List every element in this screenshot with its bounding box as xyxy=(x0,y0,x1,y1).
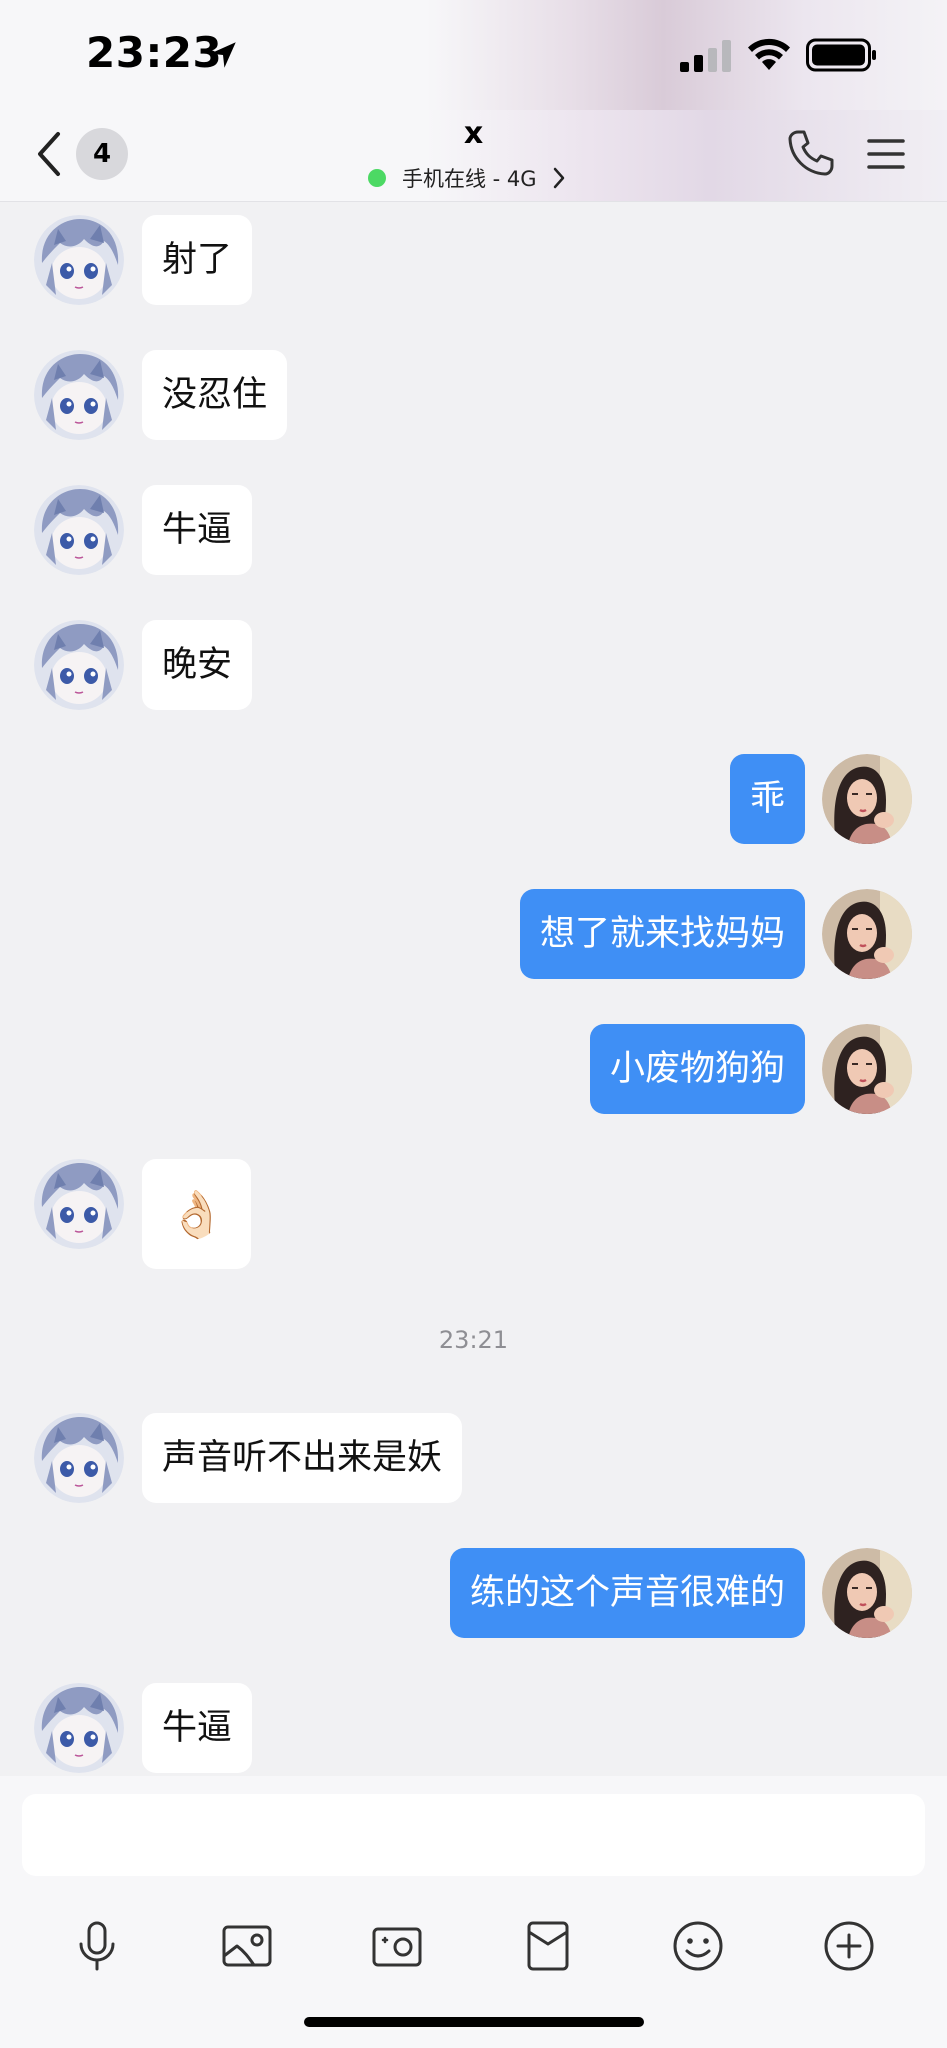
wifi-icon xyxy=(748,38,790,70)
message-bubble[interactable]: 想了就来找妈妈 xyxy=(519,889,805,979)
avatar[interactable] xyxy=(822,889,912,979)
portrait-avatar-icon xyxy=(822,754,912,844)
anime-avatar-icon xyxy=(34,350,124,440)
message-input[interactable] xyxy=(22,1794,925,1876)
portrait-avatar-icon xyxy=(822,889,912,979)
online-status-text: 手机在线 - 4G xyxy=(402,167,537,191)
portrait-avatar-icon xyxy=(822,1024,912,1114)
input-panel xyxy=(0,1776,947,2048)
plus-icon[interactable] xyxy=(821,1918,877,1974)
message-bubble[interactable]: 晚安 xyxy=(142,620,253,710)
emoji-icon[interactable] xyxy=(670,1918,726,1974)
menu-icon[interactable] xyxy=(866,134,906,174)
message-bubble[interactable]: 牛逼 xyxy=(142,1683,253,1773)
anime-avatar-icon xyxy=(34,1159,124,1249)
online-dot-icon xyxy=(368,169,386,187)
message-list[interactable]: 射了 没忍住 牛逼 晚安 乖 想了就来找妈妈 小废物狗狗 👌🏻 23:21 声音… xyxy=(0,202,947,1776)
avatar[interactable] xyxy=(34,485,124,575)
emoji-bubble[interactable]: 👌🏻 xyxy=(142,1159,252,1269)
message-bubble[interactable]: 练的这个声音很难的 xyxy=(449,1548,805,1638)
anime-avatar-icon xyxy=(34,1413,124,1503)
anime-avatar-icon xyxy=(34,485,124,575)
avatar[interactable] xyxy=(822,754,912,844)
message-bubble[interactable]: 没忍住 xyxy=(142,350,288,440)
cellular-signal-icon xyxy=(680,40,731,72)
avatar[interactable] xyxy=(34,1159,124,1249)
chevron-right-icon xyxy=(553,167,564,189)
home-indicator[interactable] xyxy=(304,2017,644,2027)
avatar[interactable] xyxy=(34,215,124,305)
avatar[interactable] xyxy=(822,1024,912,1114)
camera-icon[interactable] xyxy=(369,1918,425,1974)
avatar[interactable] xyxy=(34,1683,124,1773)
timestamp-divider: 23:21 xyxy=(438,1326,509,1354)
phone-call-icon[interactable] xyxy=(786,128,836,178)
battery-icon xyxy=(806,38,876,72)
message-bubble[interactable]: 声音听不出来是妖 xyxy=(142,1413,463,1503)
location-arrow-icon xyxy=(210,42,236,68)
avatar[interactable] xyxy=(34,1413,124,1503)
message-bubble[interactable]: 牛逼 xyxy=(142,485,253,575)
chat-header: 4 x 手机在线 - 4G xyxy=(0,110,947,202)
image-icon[interactable] xyxy=(219,1918,275,1974)
avatar[interactable] xyxy=(34,350,124,440)
message-bubble[interactable]: 射了 xyxy=(142,215,253,305)
message-bubble[interactable]: 小废物狗狗 xyxy=(589,1024,805,1114)
message-bubble[interactable]: 乖 xyxy=(729,754,805,844)
avatar[interactable] xyxy=(822,1548,912,1638)
anime-avatar-icon xyxy=(34,620,124,710)
portrait-avatar-icon xyxy=(822,1548,912,1638)
mic-icon[interactable] xyxy=(69,1918,125,1974)
anime-avatar-icon xyxy=(34,215,124,305)
red-packet-icon[interactable] xyxy=(520,1918,576,1974)
online-status[interactable]: 手机在线 - 4G xyxy=(368,162,567,194)
status-time: 23:23 xyxy=(86,28,223,77)
avatar[interactable] xyxy=(34,620,124,710)
anime-avatar-icon xyxy=(34,1683,124,1773)
status-bar: 23:23 xyxy=(0,0,947,110)
